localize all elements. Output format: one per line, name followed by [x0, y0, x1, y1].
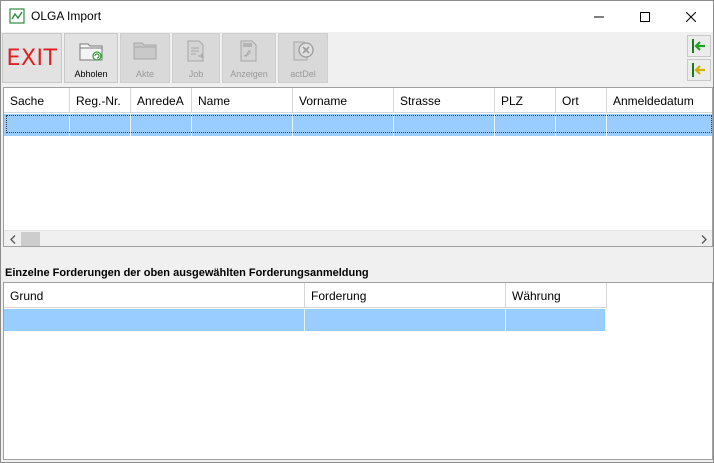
maximize-button[interactable] — [622, 1, 668, 32]
export-side-button[interactable] — [687, 59, 711, 81]
anzeigen-label: Anzeigen — [230, 69, 268, 79]
table-cell[interactable] — [131, 114, 192, 136]
scroll-right-button[interactable] — [695, 231, 712, 246]
abholen-button[interactable]: Abholen — [64, 33, 118, 83]
job-button[interactable]: Job — [172, 33, 220, 83]
toolbar: EXIT Abholen Akte Job Anzeigen actDel — [1, 32, 713, 84]
akte-button[interactable]: Akte — [120, 33, 170, 83]
table-cell[interactable] — [70, 114, 131, 136]
olga-import-window: OLGA Import EXIT Abholen Akte Job Anzeig… — [0, 0, 714, 463]
akte-label: Akte — [135, 69, 154, 79]
col-anmeldedatum[interactable]: Anmeldedatum — [607, 88, 712, 113]
scroll-thumb[interactable] — [21, 232, 40, 246]
table-row[interactable] — [4, 309, 606, 331]
close-icon — [686, 11, 696, 22]
minimize-button[interactable] — [576, 1, 622, 32]
folder-refresh-icon — [79, 43, 103, 61]
document-arrow-icon — [187, 40, 205, 62]
table-cell[interactable] — [394, 114, 495, 136]
table-cell[interactable] — [607, 114, 712, 136]
col-forderung[interactable]: Forderung — [305, 283, 506, 308]
table-cell[interactable] — [192, 114, 293, 136]
registrations-grid[interactable]: Sache Reg.-Nr. AnredeA Name Vorname Stra… — [3, 87, 713, 247]
col-sache[interactable]: Sache — [4, 88, 70, 113]
window-title: OLGA Import — [31, 9, 102, 23]
actdel-button[interactable]: actDel — [278, 33, 328, 83]
col-strasse[interactable]: Strasse — [394, 88, 495, 113]
table-cell[interactable] — [506, 309, 606, 331]
col-ort[interactable]: Ort — [556, 88, 607, 113]
table-cell[interactable] — [4, 114, 70, 136]
exit-label: EXIT — [6, 45, 58, 71]
folder-icon — [133, 42, 157, 60]
col-plz[interactable]: PLZ — [495, 88, 556, 113]
col-anredea[interactable]: AnredeA — [131, 88, 192, 113]
col-name[interactable]: Name — [192, 88, 293, 113]
export-left-icon — [692, 63, 705, 77]
delete-circle-icon — [293, 41, 314, 61]
import-side-button[interactable] — [687, 35, 711, 57]
col-vorname[interactable]: Vorname — [293, 88, 394, 113]
scroll-left-button[interactable] — [4, 231, 21, 246]
pdf-icon — [240, 40, 257, 62]
chevron-left-icon — [9, 234, 15, 244]
table-cell[interactable] — [495, 114, 556, 136]
close-button[interactable] — [668, 1, 714, 32]
table-row[interactable] — [4, 114, 712, 136]
table-cell[interactable] — [4, 309, 305, 331]
grid-header: Sache Reg.-Nr. AnredeA Name Vorname Stra… — [4, 88, 712, 113]
table-cell[interactable] — [305, 309, 506, 331]
actdel-label: actDel — [290, 69, 316, 79]
chevron-right-icon — [701, 234, 707, 244]
maximize-icon — [640, 11, 650, 22]
claims-grid[interactable]: Grund Forderung Währung — [3, 282, 713, 460]
col-waehrung[interactable]: Währung — [506, 283, 607, 308]
job-label: Job — [188, 69, 204, 79]
grid-header: Grund Forderung Währung — [4, 283, 607, 308]
table-cell[interactable] — [556, 114, 607, 136]
anzeigen-button[interactable]: Anzeigen — [222, 33, 276, 83]
minimize-icon — [594, 16, 604, 17]
col-grund[interactable]: Grund — [4, 283, 305, 308]
table-cell[interactable] — [293, 114, 394, 136]
chart-icon — [9, 8, 25, 24]
import-left-icon — [692, 39, 705, 53]
claims-caption: Einzelne Forderungen der oben ausgewählt… — [5, 267, 369, 279]
title-bar: OLGA Import — [1, 1, 713, 32]
abholen-label: Abholen — [74, 69, 108, 79]
exit-button[interactable]: EXIT — [2, 33, 62, 83]
horizontal-scrollbar[interactable] — [4, 230, 712, 246]
col-reg-nr[interactable]: Reg.-Nr. — [70, 88, 131, 113]
